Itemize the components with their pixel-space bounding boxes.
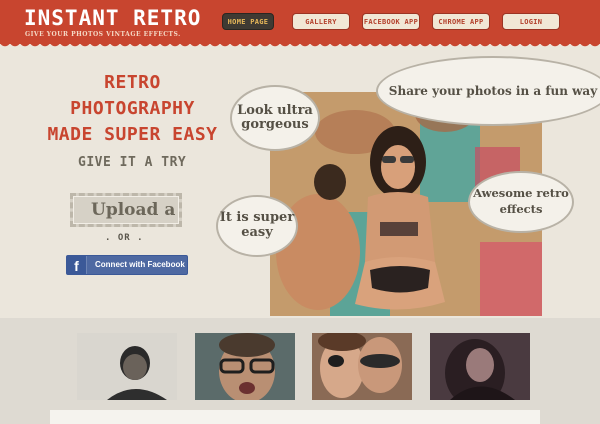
site-logo[interactable]: INSTANT RETRO — [24, 6, 201, 30]
thumbnail-image — [430, 333, 530, 400]
nav-home-page[interactable]: HOME PAGE — [222, 13, 274, 30]
header-scalloped-edge — [0, 41, 600, 49]
nav-facebook-app[interactable]: FACEBOOK APP — [362, 13, 420, 30]
thumbnail-image — [77, 333, 177, 400]
cloud-share: Share your photos in a fun way — [378, 58, 600, 124]
cloud-easy: It is super easy — [218, 197, 296, 255]
content-panel-edge — [50, 410, 540, 424]
gallery-thumbnail-2[interactable] — [195, 333, 295, 400]
site-tagline: GIVE YOUR PHOTOS VINTAGE EFFECTS. — [25, 31, 181, 38]
facebook-icon: f — [67, 256, 87, 274]
or-separator: . OR . — [105, 233, 144, 243]
thumbnail-image — [195, 333, 295, 400]
upload-button[interactable]: Upload a — [70, 193, 182, 227]
gallery-thumbnail-1[interactable] — [77, 333, 177, 400]
nav-chrome-app[interactable]: CHROME APP — [432, 13, 490, 30]
cloud-gorgeous: Look ultra gorgeous — [232, 87, 318, 149]
give-it-a-try-label: GIVE IT A TRY — [78, 155, 187, 170]
connect-facebook-button[interactable]: f Connect with Facebook — [66, 255, 188, 275]
gallery-thumbnail-4[interactable] — [430, 333, 530, 400]
hero-title-line1: RETRO PHOTOGRAPHY — [70, 72, 195, 119]
gallery-thumbnail-3[interactable] — [312, 333, 412, 400]
thumbnail-image — [312, 333, 412, 400]
cloud-effects: Awesome retro effects — [470, 173, 572, 231]
nav-login[interactable]: LOGIN — [502, 13, 560, 30]
hero-title: RETRO PHOTOGRAPHY MADE SUPER EASY — [40, 70, 225, 148]
connect-facebook-label: Connect with Facebook — [95, 260, 185, 269]
nav-gallery[interactable]: GALLERY — [292, 13, 350, 30]
hero-title-line2: MADE SUPER EASY — [47, 124, 218, 145]
